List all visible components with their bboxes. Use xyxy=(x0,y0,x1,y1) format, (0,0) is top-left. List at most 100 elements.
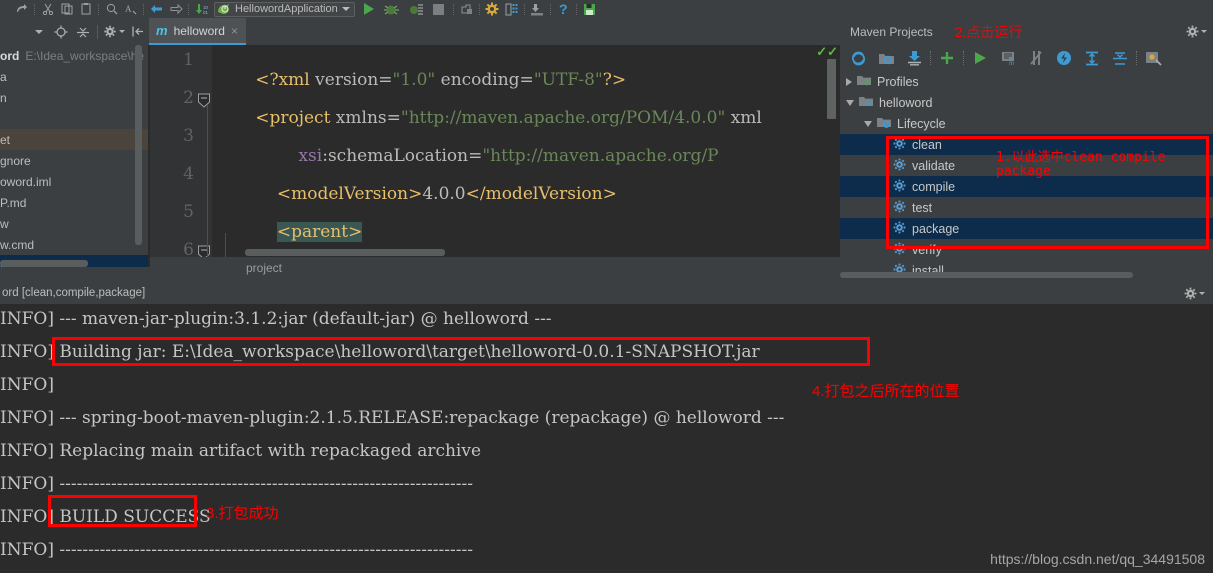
chevron-down-icon[interactable] xyxy=(864,120,872,127)
hide-icon[interactable] xyxy=(127,19,149,45)
editor-vertical-scrollbar[interactable] xyxy=(827,59,836,119)
replace-icon[interactable]: A xyxy=(121,1,140,18)
fold-marker-line2[interactable] xyxy=(197,93,210,108)
toolbar-separator xyxy=(478,3,480,15)
project-tree-row[interactable]: a xyxy=(0,66,150,87)
maven-module-icon: m xyxy=(859,95,873,111)
maven-tree-item-compile[interactable]: compile xyxy=(840,176,1213,197)
toolbar-separator xyxy=(34,3,35,15)
project-tree-row[interactable]: ord E:\Idea_workspace\he xyxy=(0,45,150,66)
spring-boot-icon xyxy=(218,3,229,14)
search-icon[interactable] xyxy=(102,1,121,18)
maven-settings-icon[interactable] xyxy=(1186,25,1207,38)
line-number: 5 xyxy=(183,202,194,222)
toolbar-separator xyxy=(1136,51,1137,65)
help-icon[interactable]: ? xyxy=(554,1,573,18)
maven-tree-item-label: compile xyxy=(912,179,956,194)
maven-horizontal-scrollbar[interactable] xyxy=(840,272,1133,278)
project-tree-row[interactable]: w xyxy=(0,213,150,234)
maven-tree-item-helloword[interactable]: m helloword xyxy=(840,92,1213,113)
add-maven-project-icon[interactable] xyxy=(933,46,961,70)
project-tree-row[interactable]: et xyxy=(0,129,150,150)
editor-horizontal-scrollbar[interactable] xyxy=(245,249,445,256)
show-dependencies-icon[interactable] xyxy=(1139,46,1167,70)
maven-tree-item-verify[interactable]: verify xyxy=(840,239,1213,260)
maven-tree-item-test[interactable]: test xyxy=(840,197,1213,218)
maven-tree-item-package[interactable]: package xyxy=(840,218,1213,239)
forward-icon[interactable] xyxy=(166,1,185,18)
run-icon[interactable] xyxy=(358,1,380,18)
project-tree-row[interactable]: n xyxy=(0,87,150,108)
inspection-ok-icon[interactable]: ✓✓ xyxy=(816,45,838,60)
save-all-icon[interactable] xyxy=(580,1,599,18)
toolbar-separator xyxy=(143,3,144,15)
run-console[interactable]: INFO] --- maven-jar-plugin:3.1.2:jar (de… xyxy=(0,304,1213,573)
maven-tree-item-lifecycle[interactable]: Lifecycle xyxy=(840,113,1213,134)
structure-icon[interactable] xyxy=(502,1,521,18)
toggle-offline-icon[interactable] xyxy=(1022,46,1050,70)
reimport-icon[interactable] xyxy=(844,46,872,70)
execute-goal-icon[interactable]: m xyxy=(994,46,1022,70)
project-tree-row-label: w xyxy=(0,216,9,231)
update-project-icon[interactable]: 10 01 xyxy=(192,1,211,18)
line-number: 2 xyxy=(183,88,194,108)
project-tree[interactable]: ord E:\Idea_workspace\he a n et gnore oword.im… xyxy=(0,45,150,267)
close-icon[interactable]: × xyxy=(231,24,238,38)
coverage-icon[interactable] xyxy=(404,1,428,18)
generate-sources-icon[interactable] xyxy=(872,46,900,70)
maven-file-icon: m xyxy=(156,23,168,38)
build-icon[interactable] xyxy=(457,1,476,18)
project-tree-row-label: P.md xyxy=(0,195,27,210)
maven-toolbar: m xyxy=(840,45,1213,71)
project-tree-row[interactable]: w.cmd xyxy=(0,234,150,255)
project-tree-row[interactable] xyxy=(0,108,150,129)
chevron-down-icon[interactable] xyxy=(846,99,854,106)
line-number: 6 xyxy=(183,240,194,257)
paste-icon[interactable] xyxy=(76,1,95,18)
collapse-all-icon[interactable] xyxy=(72,19,94,45)
debug-icon[interactable] xyxy=(380,1,404,18)
ide-window: A 10 01 HellowordApplication ? m hellowo… xyxy=(0,0,1213,573)
main-toolbar: A 10 01 HellowordApplication ? xyxy=(0,0,1213,18)
annotation-2-click-run: 2.点击运行 xyxy=(954,23,1023,40)
cut-icon[interactable] xyxy=(38,1,57,18)
toggle-skip-tests-icon[interactable] xyxy=(1050,46,1078,70)
run-tab-label[interactable]: ord [clean,compile,package] xyxy=(2,287,145,299)
redo-icon[interactable] xyxy=(12,1,31,18)
run-settings-icon[interactable] xyxy=(1184,287,1205,300)
run-maven-build-icon[interactable] xyxy=(966,46,994,70)
locate-icon[interactable] xyxy=(50,19,72,45)
settings-icon[interactable] xyxy=(483,1,502,18)
breadcrumb[interactable]: project xyxy=(150,257,840,279)
project-vertical-scrollbar[interactable] xyxy=(135,45,142,245)
maven-tree-item-label: Lifecycle xyxy=(897,116,946,131)
chevron-down-icon[interactable] xyxy=(341,7,350,11)
editor-gutter[interactable]: 1 2 3 4 5 6 xyxy=(150,45,212,257)
settings-icon[interactable] xyxy=(101,19,127,45)
stop-icon[interactable] xyxy=(428,1,450,18)
copy-icon[interactable] xyxy=(57,1,76,18)
chevron-right-icon[interactable] xyxy=(846,77,852,86)
import-icon[interactable] xyxy=(528,1,547,18)
project-horizontal-scrollbar[interactable] xyxy=(0,260,88,267)
toolbar-separator xyxy=(549,3,551,15)
nav-separator xyxy=(97,24,98,39)
editor-tab-helloword[interactable]: m helloword × xyxy=(149,18,246,45)
maven-tree-item-profiles[interactable]: Profiles xyxy=(840,71,1213,92)
back-icon[interactable] xyxy=(147,1,166,18)
run-configuration-selector[interactable]: HellowordApplication xyxy=(214,1,355,17)
project-tree-row[interactable]: gnore xyxy=(0,150,150,171)
collapse-icon[interactable] xyxy=(1078,46,1106,70)
chevron-down-icon[interactable] xyxy=(28,19,50,45)
maven-tree-item-label: verify xyxy=(912,242,942,257)
editor-code[interactable]: <?xml version="1.0" encoding="UTF-8"?> <… xyxy=(212,45,840,257)
project-tree-row[interactable]: oword.iml xyxy=(0,171,150,192)
expand-icon[interactable] xyxy=(1106,46,1134,70)
console-line: INFO] ----------------------------------… xyxy=(0,474,473,494)
code-editor[interactable]: 1 2 3 4 5 6 <?xml version="1.0" encoding="UTF… xyxy=(150,45,840,257)
project-tree-row[interactable]: P.md xyxy=(0,192,150,213)
console-line: INFO] BUILD SUCCESS xyxy=(0,507,211,527)
editor-tab-label: helloword xyxy=(173,23,225,38)
project-tree-row-label: ord xyxy=(0,48,20,63)
download-sources-icon[interactable] xyxy=(900,46,928,70)
